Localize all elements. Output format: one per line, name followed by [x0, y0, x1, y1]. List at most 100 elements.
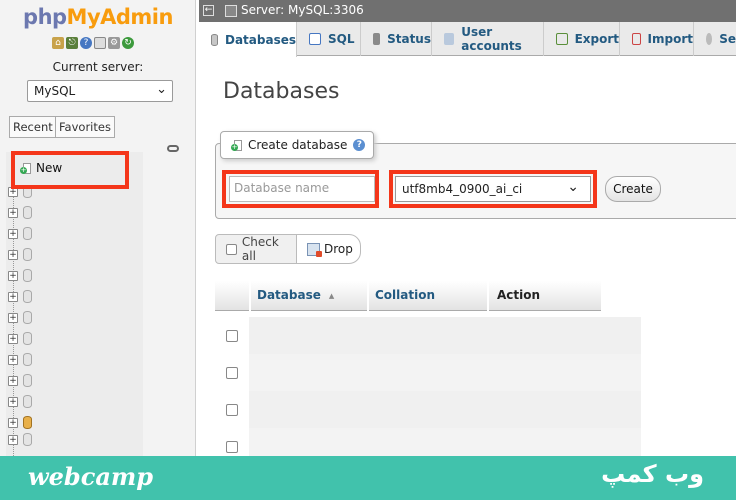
- navigation-panel: phpMyAdmin ⌂ ⎋ ? ⚙ ↻ Current server: MyS…: [0, 0, 196, 456]
- database-icon: [23, 227, 32, 240]
- expand-icon: +: [8, 292, 18, 302]
- row-checkbox[interactable]: [226, 366, 238, 379]
- server-select[interactable]: MySQL ⌄: [27, 80, 173, 102]
- header-select-column: [215, 281, 249, 311]
- footer-brand-persian: وب کمپ: [601, 460, 704, 488]
- row-checkbox[interactable]: [226, 403, 238, 416]
- tab-databases-label: Databases: [224, 32, 296, 47]
- recent-tab[interactable]: Recent: [9, 116, 57, 138]
- tab-user-accounts[interactable]: User accounts: [432, 22, 544, 56]
- drop-button[interactable]: Drop: [296, 234, 361, 264]
- database-tree: + New + + + + + + + + + + + + +: [6, 152, 143, 456]
- tab-settings-label: Se: [719, 32, 736, 46]
- logo-php-text: php: [23, 5, 67, 29]
- tree-row[interactable]: +: [8, 395, 38, 409]
- footer-banner: webcamp وب کمپ: [0, 456, 736, 500]
- expand-icon: +: [8, 397, 18, 407]
- database-icon: [211, 33, 218, 46]
- table-row: [215, 391, 641, 428]
- server-icon: [225, 5, 237, 17]
- home-icon[interactable]: ⌂: [52, 37, 64, 49]
- expand-icon: +: [8, 313, 18, 323]
- expand-icon: +: [8, 271, 18, 281]
- database-icon: [23, 395, 32, 408]
- main-content: Databases + Create database ? Database n…: [201, 57, 736, 465]
- database-icon: [23, 332, 32, 345]
- row-data: [249, 317, 641, 354]
- create-database-label: Create database: [248, 138, 348, 152]
- header-database-label: Database: [257, 288, 321, 302]
- breadcrumb-server[interactable]: Server: MySQL:3306: [241, 3, 364, 17]
- tab-sql[interactable]: SQL: [297, 22, 361, 56]
- new-database-icon: +: [231, 138, 245, 152]
- table-row: [215, 354, 641, 391]
- header-database[interactable]: Database ▲: [251, 281, 367, 311]
- status-chart-icon: [373, 33, 381, 45]
- tree-row[interactable]: +: [8, 416, 38, 430]
- row-checkbox[interactable]: [226, 329, 238, 342]
- nav-icon-bar: ⌂ ⎋ ? ⚙ ↻: [52, 37, 134, 49]
- expand-icon: +: [8, 355, 18, 365]
- users-icon: [444, 33, 455, 45]
- drop-database-icon: [307, 242, 322, 257]
- check-all-toggle[interactable]: Check all: [215, 234, 297, 264]
- sort-ascending-icon: ▲: [328, 291, 335, 300]
- database-icon: [23, 353, 32, 366]
- tree-row[interactable]: +: [8, 248, 38, 262]
- chevron-down-icon: ⌄: [156, 82, 167, 97]
- logout-icon[interactable]: ⎋: [66, 37, 78, 49]
- docs-icon[interactable]: [94, 37, 106, 49]
- row-data: [249, 391, 641, 428]
- expand-icon: +: [8, 334, 18, 344]
- tree-row[interactable]: +: [8, 290, 38, 304]
- footer-brand-latin: webcamp: [28, 462, 154, 491]
- expand-icon: +: [8, 376, 18, 386]
- tree-row[interactable]: +: [8, 374, 38, 388]
- tree-row[interactable]: +: [8, 269, 38, 283]
- check-all-checkbox[interactable]: [226, 243, 237, 255]
- tree-row[interactable]: +: [8, 311, 38, 325]
- database-icon: [23, 248, 32, 261]
- table-row: [215, 317, 641, 354]
- tree-row[interactable]: +: [8, 433, 38, 447]
- database-icon: [23, 269, 32, 282]
- link-icon[interactable]: [167, 145, 179, 152]
- tab-sql-label: SQL: [328, 32, 355, 46]
- tree-row[interactable]: +: [8, 353, 38, 367]
- tree-row[interactable]: +: [8, 227, 38, 241]
- current-server-label: Current server:: [52, 60, 144, 74]
- import-icon: [632, 33, 641, 45]
- tab-import-label: Import: [647, 32, 693, 46]
- row-data: [249, 354, 641, 391]
- database-icon: [23, 206, 32, 219]
- database-icon: [23, 290, 32, 303]
- collapse-nav-icon[interactable]: ←: [203, 5, 214, 16]
- favorites-tab[interactable]: Favorites: [55, 116, 115, 138]
- phpmyadmin-logo[interactable]: phpMyAdmin: [0, 5, 196, 29]
- tab-import[interactable]: Import: [620, 22, 694, 56]
- header-collation-label: Collation: [375, 288, 436, 302]
- expand-icon: +: [8, 418, 18, 428]
- expand-icon: +: [8, 229, 18, 239]
- wrench-icon: [706, 33, 713, 45]
- expand-icon: +: [8, 250, 18, 260]
- tab-export[interactable]: Export: [544, 22, 620, 56]
- tree-row[interactable]: +: [8, 206, 38, 220]
- help-icon[interactable]: ?: [353, 139, 366, 151]
- reload-icon[interactable]: ↻: [122, 37, 134, 49]
- header-collation[interactable]: Collation: [369, 281, 487, 311]
- help-icon[interactable]: ?: [80, 37, 92, 49]
- row-checkbox[interactable]: [226, 440, 238, 453]
- create-button[interactable]: Create: [605, 176, 661, 202]
- tree-row[interactable]: +: [8, 332, 38, 346]
- table-header: Database ▲ Collation Action: [215, 281, 601, 311]
- tab-status[interactable]: Status: [361, 22, 432, 56]
- database-icon: [23, 416, 32, 429]
- logo-myadmin-text: MyAdmin: [66, 5, 174, 29]
- settings-gear-icon[interactable]: ⚙: [108, 37, 120, 49]
- highlight-collation: [389, 170, 597, 208]
- tab-settings[interactable]: Se: [694, 22, 736, 56]
- tab-user-accounts-label: User accounts: [461, 25, 522, 53]
- tab-databases[interactable]: Databases: [199, 22, 297, 57]
- highlight-database-name: [222, 170, 379, 208]
